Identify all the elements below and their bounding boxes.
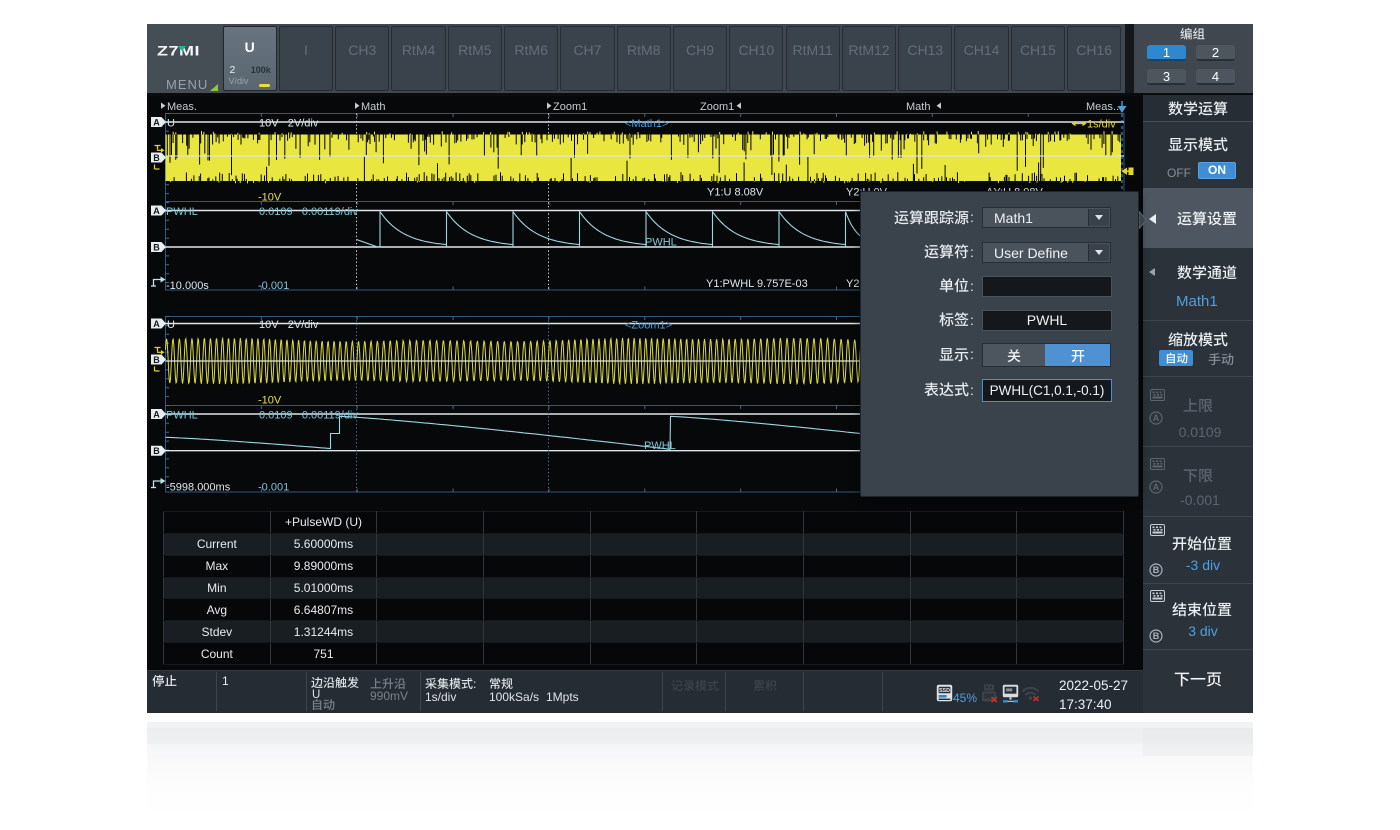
svg-text:B: B — [1153, 631, 1160, 641]
svg-text:10V 2V/div: 10V 2V/div — [259, 118, 319, 130]
svg-text:PWHL: PWHL — [166, 206, 198, 218]
svg-text:A: A — [153, 117, 160, 127]
svg-text:PWHL: PWHL — [644, 440, 676, 452]
svg-text:-10V: -10V — [258, 192, 282, 204]
svg-text:-0.001: -0.001 — [258, 482, 289, 494]
svg-text:B: B — [153, 153, 160, 163]
svg-text:A: A — [1153, 482, 1160, 492]
svg-text:-10.000s: -10.000s — [166, 280, 209, 292]
svg-text:-0.001: -0.001 — [258, 280, 289, 292]
svg-text:U: U — [167, 118, 175, 130]
svg-text:B: B — [153, 242, 160, 252]
svg-text:-10V: -10V — [258, 395, 282, 407]
svg-text:Zoom1: Zoom1 — [553, 101, 587, 113]
svg-text:Math: Math — [906, 101, 930, 113]
svg-text:10V 2V/div: 10V 2V/div — [259, 319, 319, 331]
svg-text:B: B — [153, 355, 160, 365]
svg-text:U: U — [167, 319, 175, 331]
svg-text:A: A — [153, 206, 160, 216]
svg-text:Meas..: Meas.. — [1086, 101, 1119, 113]
svg-text:Zoom1: Zoom1 — [700, 101, 734, 113]
svg-text:1s/div: 1s/div — [1087, 119, 1116, 131]
svg-text:Math: Math — [361, 101, 385, 113]
svg-text:SSD: SSD — [939, 688, 950, 694]
svg-text:0.0109 0.00119/div: 0.0109 0.00119/div — [259, 410, 358, 422]
svg-text:B: B — [1153, 565, 1160, 575]
svg-text:<Math1>: <Math1> — [625, 118, 668, 130]
svg-text:<Zoom1>: <Zoom1> — [625, 320, 672, 332]
svg-text:0.0109 0.00119/div: 0.0109 0.00119/div — [259, 206, 358, 218]
svg-text:A: A — [1153, 413, 1160, 423]
svg-text:Y1:PWHL 9.757E-03: Y1:PWHL 9.757E-03 — [706, 278, 808, 290]
svg-text:PWHL: PWHL — [166, 410, 198, 422]
svg-text:A: A — [153, 319, 160, 329]
svg-text:Meas.: Meas. — [167, 101, 197, 113]
svg-text:A: A — [153, 409, 160, 419]
svg-text:Y1:U 8.08V: Y1:U 8.08V — [707, 187, 764, 199]
svg-text:PWHL: PWHL — [645, 237, 677, 249]
svg-text:-5998.000ms: -5998.000ms — [166, 482, 231, 494]
svg-text:B: B — [153, 446, 160, 456]
